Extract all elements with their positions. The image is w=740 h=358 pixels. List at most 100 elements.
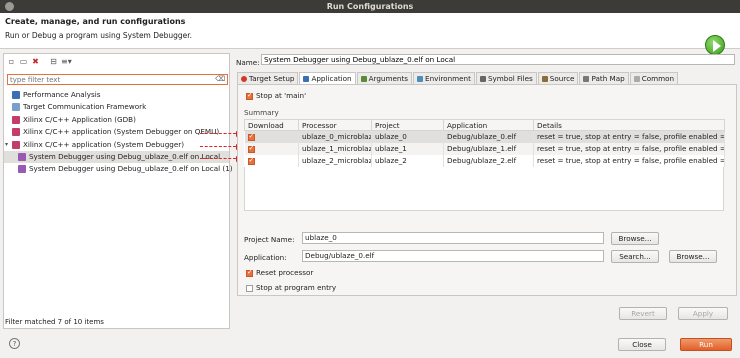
download-checkbox[interactable] [247,132,255,141]
tab-application[interactable]: Application [299,72,356,84]
tab-symbol-files[interactable]: Symbol Files [475,72,537,84]
reset-processor-checkbox[interactable] [246,268,253,277]
revert-button[interactable]: Revert [619,307,667,320]
tab-target-setup[interactable]: Target Setup [237,72,299,84]
tree-item-xilinx-system-debugger[interactable]: ▾ Xilinx C/C++ application (System Debug… [4,139,229,151]
filter-field[interactable]: ⌫ [7,74,228,85]
tab-label: Arguments [368,74,409,83]
filter-input[interactable] [8,75,208,85]
tree-item-xilinx-qemu[interactable]: Xilinx C/C++ application (System Debugge… [4,126,229,138]
tab-label: Target Setup [249,74,295,83]
table-row[interactable]: ublaze_1_microblaze_1 ublaze_1 Debug/ubl… [244,142,725,155]
tree-item-label: Xilinx C/C++ application (System Debugge… [23,139,184,149]
stop-at-main-label: Stop at 'main' [256,91,307,100]
stop-at-entry-option[interactable]: Stop at program entry [246,283,336,292]
table-row[interactable]: ublaze_0_microblaze_0 ublaze_0 Debug/ubl… [244,130,725,143]
collapse-icon[interactable]: ⊟ [49,57,58,66]
filter-icon[interactable]: ≡▾ [61,57,72,66]
col-header[interactable]: Details [533,119,725,131]
annotation-arrow [200,158,236,159]
details-cell: reset = true, stop at entry = false, pro… [533,154,725,167]
application-cell: Debug/ublaze_1.elf [443,142,534,155]
table-header-row: Download Processor Project Application D… [244,119,725,131]
reset-processor-option[interactable]: Reset processor [246,268,313,277]
tree-item-config[interactable]: System Debugger using Debug_ublaze_0.elf… [4,163,233,175]
stop-at-entry-checkbox[interactable] [246,284,253,292]
tab-label: Environment [425,74,471,83]
project-cell: ublaze_0 [371,130,444,143]
tree-item-label: Xilinx C/C++ application (System Debugge… [23,127,220,137]
apply-button[interactable]: Apply [678,307,728,320]
config-list-pane: ▫ ▭ ✖ ⊟ ≡▾ ⌫ Performance Analysis Target… [3,53,233,329]
summary-table: Download Processor Project Application D… [244,119,725,167]
tree-item-tcf[interactable]: Target Communication Framework [4,101,229,113]
window-title: Run Configurations [326,2,414,11]
tree-item-xilinx-gdb[interactable]: Xilinx C/C++ Application (GDB) [4,114,229,126]
col-header[interactable]: Application [443,119,534,131]
close-button[interactable]: Close [618,338,666,351]
tab-environment[interactable]: Environment [413,72,475,84]
table-row[interactable]: ublaze_2_microblaze_2 ublaze_2 Debug/ubl… [244,154,725,167]
dialog-header: Create, manage, and run configurations R… [0,13,740,55]
tree-item-config-selected[interactable]: System Debugger using Debug_ublaze_0.elf… [4,150,229,164]
config-tabs: Target Setup Application Arguments Envir… [237,72,679,84]
config-editor-pane: Name: Target Setup Application Arguments… [233,53,738,329]
details-cell: reset = true, stop at entry = false, pro… [533,142,725,155]
stop-at-main-option[interactable]: Stop at 'main' [246,91,306,100]
run-button[interactable]: Run [680,338,732,351]
reset-processor-label: Reset processor [256,268,314,277]
window-close-icon[interactable] [5,2,14,11]
stop-at-entry-label: Stop at program entry [256,283,337,292]
tree-item-label: Target Communication Framework [23,102,147,112]
search-button[interactable]: Search... [611,250,659,263]
tab-label: Application [311,74,352,83]
download-cell[interactable] [244,130,299,143]
stop-at-main-checkbox[interactable] [246,91,253,100]
xilinx-icon [12,115,20,124]
processor-cell: ublaze_2_microblaze_2 [298,154,372,167]
help-icon[interactable]: ? [9,338,20,349]
tree-item-performance-analysis[interactable]: Performance Analysis [4,89,229,101]
arguments-icon [360,76,367,82]
tcf-icon [12,103,20,112]
filter-status: Filter matched 7 of 10 items [5,318,104,326]
col-header[interactable]: Processor [298,119,372,131]
tree-item-label: System Debugger using Debug_ublaze_0.elf… [29,151,221,161]
download-checkbox[interactable] [247,144,255,153]
common-icon [633,76,640,82]
application-cell: Debug/ublaze_2.elf [443,154,534,167]
tab-arguments[interactable]: Arguments [356,72,413,84]
expand-arrow-icon[interactable]: ▾ [5,139,8,151]
xilinx-icon [12,140,20,149]
browse-project-button[interactable]: Browse... [611,232,659,245]
tab-path-map[interactable]: Path Map [579,72,629,84]
download-cell[interactable] [244,142,299,155]
annotation-arrow [200,133,236,134]
target-icon [241,76,247,82]
delete-icon[interactable]: ✖ [31,57,40,66]
application-field[interactable]: Debug/ublaze_0.elf [302,250,604,262]
col-header[interactable]: Project [371,119,444,131]
annotation-arrow [200,146,236,147]
performance-icon [12,91,20,99]
path-map-icon [583,76,590,82]
tab-label: Symbol Files [487,74,533,83]
tab-source[interactable]: Source [537,72,579,84]
window-titlebar: Run Configurations [0,0,740,13]
source-icon [541,76,548,82]
download-cell[interactable] [244,154,299,167]
config-name-input[interactable] [261,54,735,65]
project-name-field[interactable]: ublaze_0 [302,232,604,244]
project-cell: ublaze_2 [371,154,444,167]
config-icon [18,165,26,174]
col-header[interactable]: Download [244,119,299,131]
download-checkbox[interactable] [247,156,255,165]
tree-item-label: System Debugger using Debug_ublaze_0.elf… [29,164,233,174]
tab-common[interactable]: Common [629,72,679,84]
duplicate-icon[interactable]: ▭ [19,57,28,66]
new-config-icon[interactable]: ▫ [7,57,16,66]
browse-application-button[interactable]: Browse... [669,250,717,263]
dialog-title: Create, manage, and run configurations [5,17,186,26]
processor-cell: ublaze_1_microblaze_1 [298,142,372,155]
clear-filter-icon[interactable]: ⌫ [215,75,225,83]
